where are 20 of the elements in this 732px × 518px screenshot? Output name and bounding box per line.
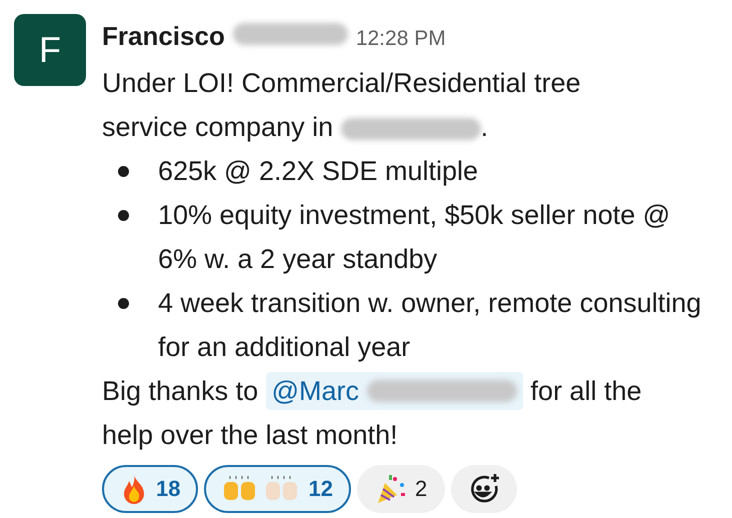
mention-link[interactable]: @Marc [272, 372, 360, 410]
list-item-text: 625k @ 2.2X SDE multiple [158, 156, 478, 186]
message-text: Big thanks to [102, 376, 258, 406]
message-text: help over the last month! [102, 420, 398, 450]
author-name[interactable]: Francisco [102, 14, 225, 58]
bullet-mark [118, 210, 129, 221]
user-avatar[interactable]: F [14, 14, 86, 86]
reaction-button[interactable]: 18 [102, 465, 198, 513]
bullet-mark [118, 298, 129, 309]
message-text: Under LOI! Commercial/Residential tree [102, 68, 581, 98]
bullet-mark [118, 166, 129, 177]
reaction-button[interactable]: 2 [356, 465, 446, 513]
timestamp[interactable]: 12:28 PM [356, 17, 446, 61]
list-item-text: 10% equity investment, $50k seller note @ 6% w. a 2 year standby [158, 200, 670, 274]
message-text: . [480, 112, 488, 142]
add-reaction-button[interactable] [451, 465, 518, 513]
reaction-button[interactable]: 12 [204, 465, 351, 513]
message-text: service company in [102, 112, 334, 142]
message-text: for all the [530, 376, 642, 406]
mention-chip[interactable]: @Marc [266, 372, 524, 410]
